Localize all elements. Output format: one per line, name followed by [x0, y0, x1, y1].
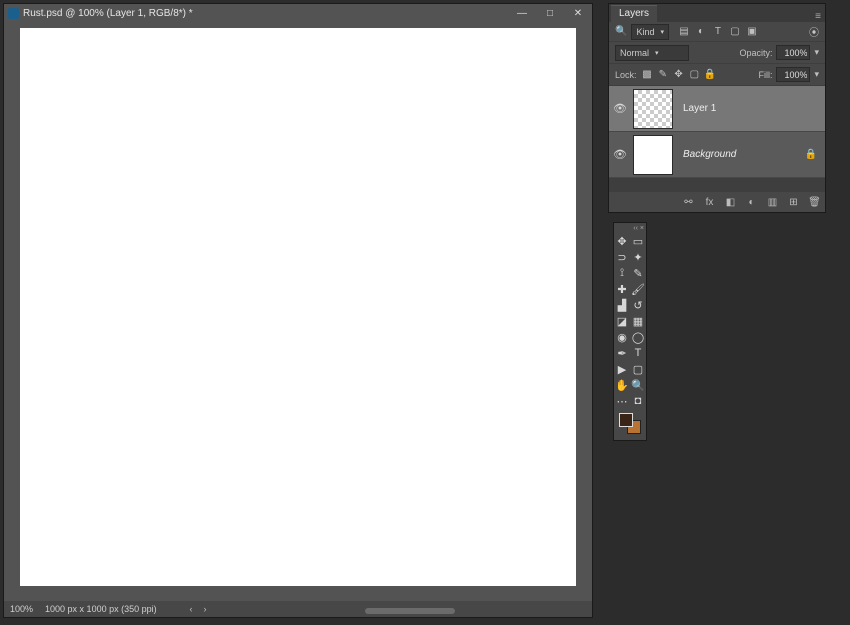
eyedropper-tool[interactable]: ✎	[630, 265, 646, 281]
filter-smart-icon[interactable]: ▣	[745, 26, 759, 37]
lock-label: Lock:	[615, 70, 637, 80]
gradient-tool[interactable]: ▦	[630, 313, 646, 329]
status-bar: 100% 1000 px x 1000 px (350 ppi) ‹ ›	[4, 601, 592, 617]
tool-grid: ✥▭⊃✦⟟✎✚🖌▟↺◪▦◉◯✒T▶▢✋🔍⋯◘	[614, 233, 646, 409]
layer-name[interactable]: Layer 1	[683, 103, 716, 114]
spot-heal-tool[interactable]: ✚	[614, 281, 630, 297]
type-tool[interactable]: T	[630, 345, 646, 361]
lock-pixels-icon[interactable]: ✎	[656, 69, 669, 80]
lock-icon[interactable]: 🔒	[805, 149, 817, 160]
layer-filter-row: 🔍 Kind ▾ ▤ ◐ T ▢ ▣ ⦿	[609, 22, 825, 42]
document-title: Rust.psd @ 100% (Layer 1, RGB/8*) *	[23, 8, 193, 19]
opacity-input[interactable]	[776, 45, 810, 60]
filter-shape-icon[interactable]: ▢	[728, 26, 742, 37]
layers-panel: Layers ≡ 🔍 Kind ▾ ▤ ◐ T ▢ ▣ ⦿ Normal ▾ O…	[608, 3, 826, 213]
opacity-label: Opacity:	[739, 48, 772, 58]
app-icon	[8, 8, 19, 19]
blur-tool[interactable]: ◉	[614, 329, 630, 345]
link-layers-icon[interactable]: ⚯	[682, 197, 695, 208]
zoom-tool[interactable]: 🔍	[630, 377, 646, 393]
chevron-down-icon: ▾	[655, 49, 659, 57]
status-nav: ‹ ›	[186, 604, 210, 614]
close-button[interactable]: ✕	[564, 5, 592, 21]
history-brush-tool[interactable]: ↺	[630, 297, 646, 313]
path-select-tool[interactable]: ▶	[614, 361, 630, 377]
brush-tool[interactable]: 🖌	[630, 281, 646, 297]
layer-thumbnail[interactable]	[633, 135, 673, 175]
panel-menu-icon[interactable]: ≡	[815, 9, 821, 22]
chevron-down-icon[interactable]: ▾	[814, 47, 819, 58]
nav-right-icon[interactable]: ›	[200, 604, 210, 614]
lock-fill-row: Lock: ▩ ✎ ✥ ▢ 🔒 Fill: ▾	[609, 64, 825, 86]
fill-label: Fill:	[758, 70, 772, 80]
doc-dimensions: 1000 px x 1000 px (350 ppi)	[45, 604, 157, 614]
tab-layers[interactable]: Layers	[611, 5, 657, 22]
magic-wand-tool[interactable]: ✦	[630, 249, 646, 265]
fill-input[interactable]	[776, 67, 810, 82]
canvas-area[interactable]	[4, 22, 592, 601]
visibility-toggle-icon[interactable]: 👁	[609, 148, 631, 161]
filter-adjust-icon[interactable]: ◐	[694, 26, 708, 37]
search-icon[interactable]: 🔍	[615, 26, 627, 37]
layer-mask-icon[interactable]: ◧	[724, 197, 737, 208]
rect-marquee-tool[interactable]: ▭	[630, 233, 646, 249]
blend-mode-value: Normal	[620, 48, 649, 58]
new-layer-icon[interactable]: ⊞	[787, 197, 800, 208]
lock-icons: ▩ ✎ ✥ ▢ 🔒	[641, 69, 717, 80]
crop-tool[interactable]: ⟟	[614, 265, 630, 281]
visibility-toggle-icon[interactable]: 👁	[609, 102, 631, 115]
lock-all-icon[interactable]: 🔒	[704, 69, 717, 80]
move-tool[interactable]: ✥	[614, 233, 630, 249]
lock-artboard-icon[interactable]: ▢	[688, 69, 701, 80]
zoom-level[interactable]: 100%	[10, 604, 33, 614]
hand-tool[interactable]: ✋	[614, 377, 630, 393]
filter-pixel-icon[interactable]: ▤	[677, 26, 691, 37]
blend-opacity-row: Normal ▾ Opacity: ▾	[609, 42, 825, 64]
lock-position-icon[interactable]: ✥	[672, 69, 685, 80]
group-icon[interactable]: ▥	[766, 197, 779, 208]
pen-tool[interactable]: ✒	[614, 345, 630, 361]
filter-kind-label: Kind	[636, 27, 654, 37]
chevron-down-icon: ▾	[660, 28, 664, 36]
nav-left-icon[interactable]: ‹	[186, 604, 196, 614]
layer-row[interactable]: 👁 Layer 1	[609, 86, 825, 132]
dodge-tool[interactable]: ◯	[630, 329, 646, 345]
panel-tab-bar: Layers ≡	[609, 4, 825, 22]
title-bar[interactable]: Rust.psd @ 100% (Layer 1, RGB/8*) * — □ …	[4, 4, 592, 22]
color-swatches[interactable]	[614, 411, 646, 437]
edit-toolbar[interactable]: ⋯	[614, 393, 630, 409]
quick-mask[interactable]: ◘	[630, 393, 646, 409]
filter-type-icon[interactable]: T	[711, 26, 725, 37]
document-window: Rust.psd @ 100% (Layer 1, RGB/8*) * — □ …	[3, 3, 593, 618]
layer-name[interactable]: Background	[683, 149, 736, 160]
layers-footer: ⚯ fx ◧ ◐ ▥ ⊞ 🗑	[609, 192, 825, 212]
foreground-color-swatch[interactable]	[619, 413, 633, 427]
lock-transparent-icon[interactable]: ▩	[641, 69, 654, 80]
chevron-down-icon[interactable]: ▾	[814, 69, 819, 80]
delete-layer-icon[interactable]: 🗑	[808, 197, 821, 208]
layer-thumbnail[interactable]	[633, 89, 673, 129]
maximize-button[interactable]: □	[536, 5, 564, 21]
canvas[interactable]	[20, 28, 576, 586]
horizontal-scrollbar[interactable]	[244, 607, 562, 615]
minimize-button[interactable]: —	[508, 5, 536, 21]
blend-mode-select[interactable]: Normal ▾	[615, 45, 689, 61]
layer-style-icon[interactable]: fx	[703, 197, 716, 208]
tools-panel: ‹‹× ✥▭⊃✦⟟✎✚🖌▟↺◪▦◉◯✒T▶▢✋🔍⋯◘	[613, 222, 647, 441]
scroll-thumb[interactable]	[365, 608, 455, 614]
filter-kind-select[interactable]: Kind ▾	[631, 24, 669, 40]
eraser-tool[interactable]: ◪	[614, 313, 630, 329]
rectangle-tool[interactable]: ▢	[630, 361, 646, 377]
adjustment-layer-icon[interactable]: ◐	[745, 197, 758, 208]
panel-grip[interactable]: ‹‹×	[614, 223, 646, 233]
layer-stack[interactable]: 👁 Layer 1 👁 Background 🔒	[609, 86, 825, 192]
layer-row[interactable]: 👁 Background 🔒	[609, 132, 825, 178]
filter-toggle-icon[interactable]: ⦿	[809, 24, 819, 39]
lasso-tool[interactable]: ⊃	[614, 249, 630, 265]
clone-stamp-tool[interactable]: ▟	[614, 297, 630, 313]
